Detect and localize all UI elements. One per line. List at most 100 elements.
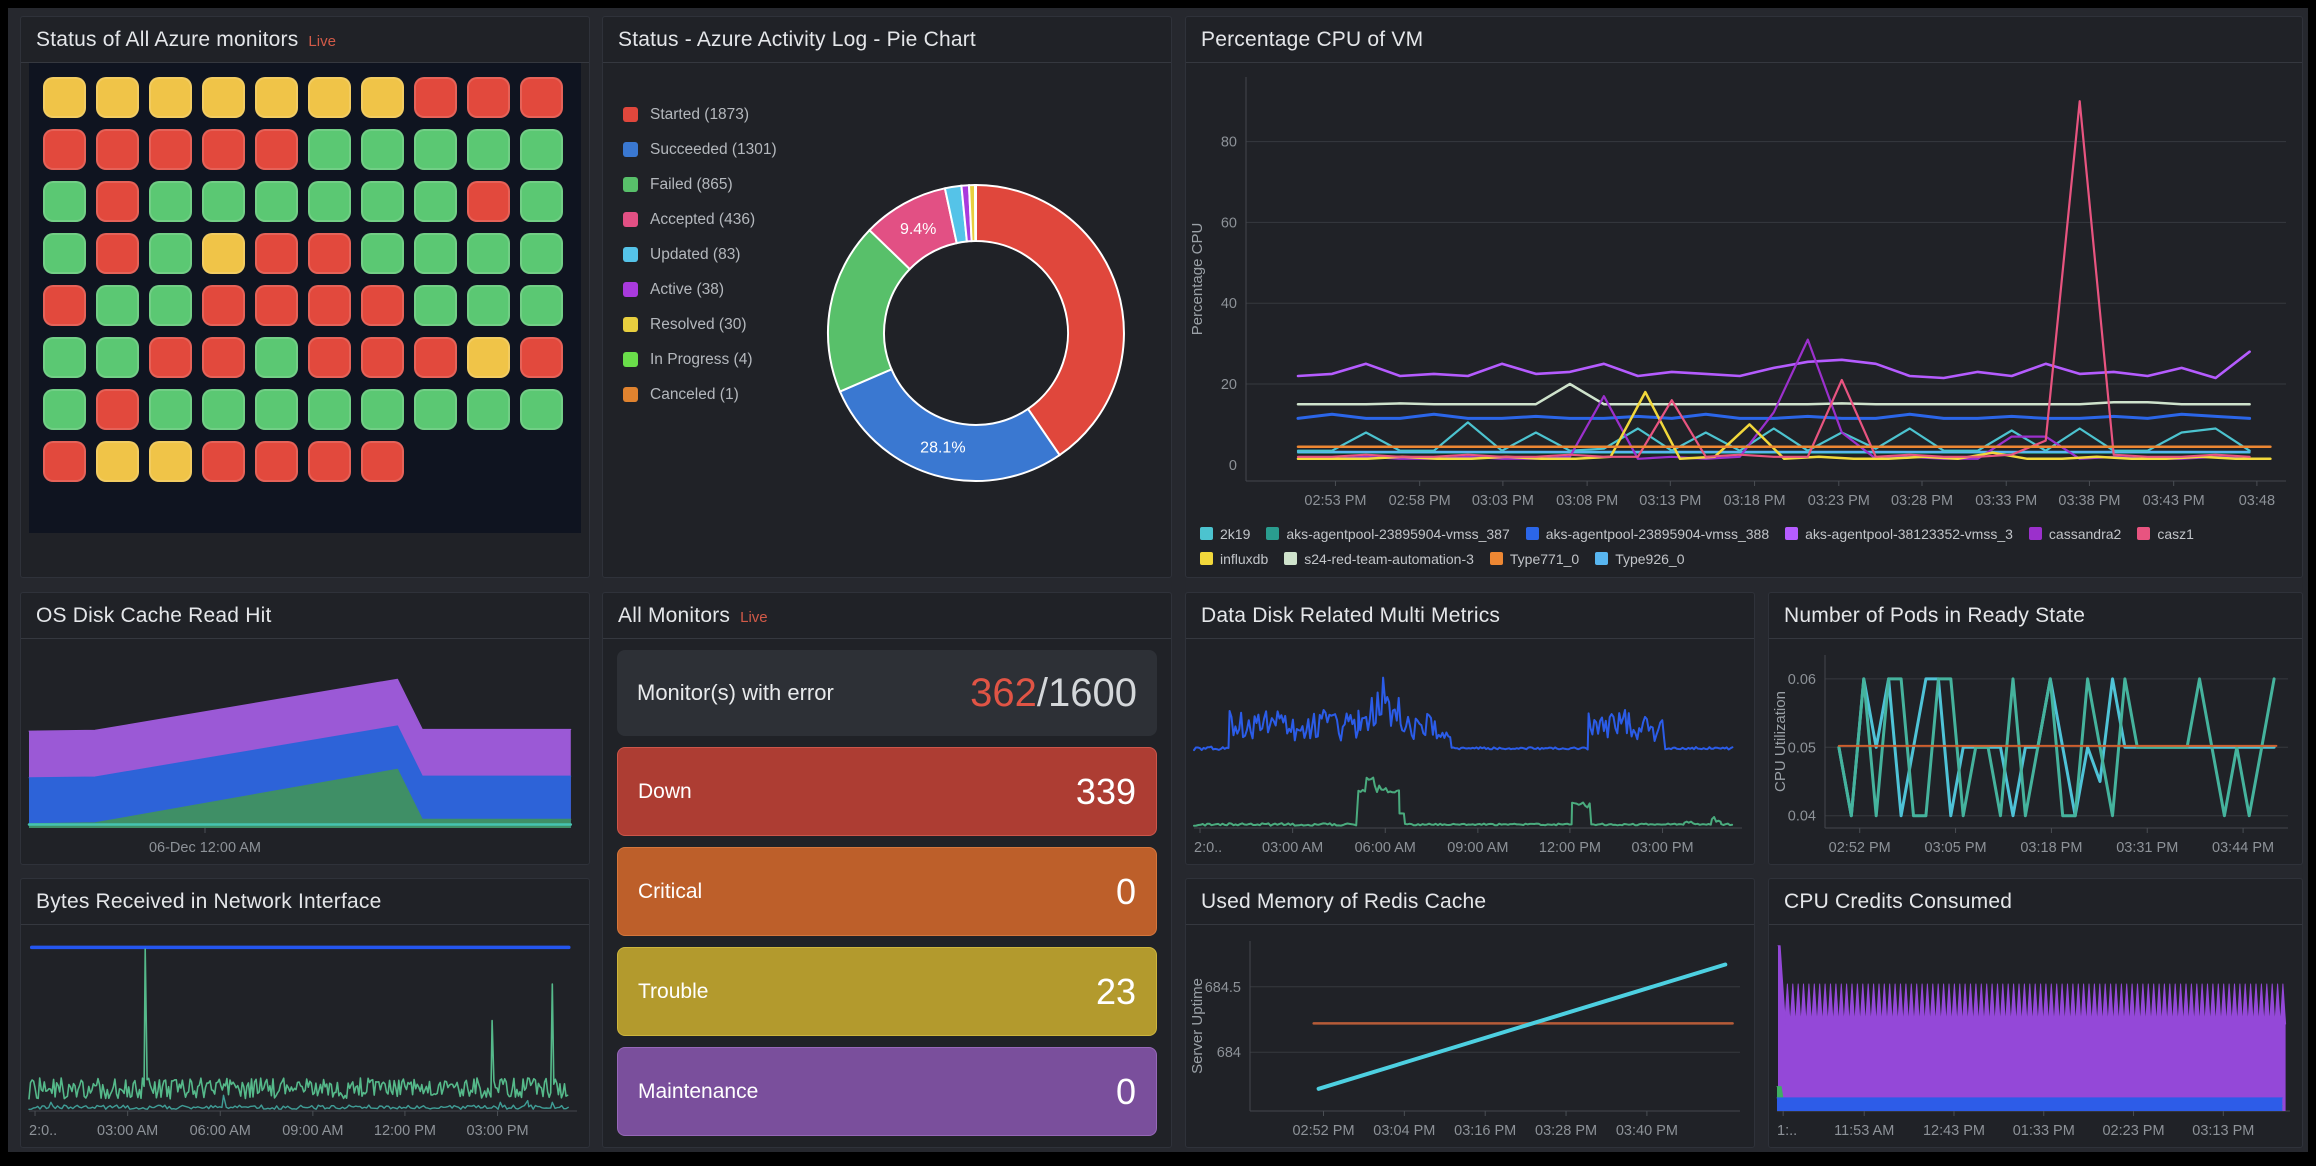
monitor-status-square[interactable] (255, 77, 298, 118)
bytes-line-chart[interactable]: 2:0..03:00 AM06:00 AM09:00 AM12:00 PM03:… (21, 925, 589, 1147)
monitor-status-square[interactable] (149, 129, 192, 170)
monitor-status-square[interactable] (255, 129, 298, 170)
monitor-status-square[interactable] (96, 181, 139, 222)
monitor-status-square[interactable] (255, 441, 298, 482)
monitor-status-square[interactable] (202, 77, 245, 118)
monitor-status-square[interactable] (96, 233, 139, 274)
monitors-error-card[interactable]: Monitor(s) with error 362/1600 (617, 650, 1157, 736)
pie-slice[interactable] (976, 185, 1124, 455)
monitor-status-square[interactable] (414, 337, 457, 378)
monitor-status-square[interactable] (467, 389, 510, 430)
cpu-line-chart[interactable]: 020406080Percentage CPU02:53 PM02:58 PM0… (1186, 63, 2302, 519)
monitor-status-square[interactable] (520, 337, 563, 378)
monitor-status-card-trouble[interactable]: Trouble23 (617, 947, 1157, 1036)
monitor-status-square[interactable] (414, 233, 457, 274)
monitor-status-square[interactable] (520, 181, 563, 222)
monitor-status-square[interactable] (96, 337, 139, 378)
monitor-status-square[interactable] (202, 337, 245, 378)
monitor-status-square[interactable] (361, 77, 404, 118)
monitor-status-square[interactable] (414, 77, 457, 118)
monitor-status-square[interactable] (361, 441, 404, 482)
credits-area-chart[interactable]: 1:..11:53 AM12:43 PM01:33 PM02:23 PM03:1… (1769, 925, 2302, 1147)
cpu-legend-item[interactable]: cassandra2 (2029, 526, 2121, 542)
pie-slice[interactable] (840, 369, 1060, 481)
monitor-status-square[interactable] (202, 233, 245, 274)
data-disk-line-chart[interactable]: 2:0..03:00 AM06:00 AM09:00 AM12:00 PM03:… (1186, 639, 1754, 864)
monitor-status-square[interactable] (414, 285, 457, 326)
monitor-status-square[interactable] (96, 129, 139, 170)
activity-log-donut-chart[interactable]: 9.4%28.1% (603, 63, 1171, 577)
monitor-status-square[interactable] (414, 129, 457, 170)
monitor-status-square[interactable] (149, 77, 192, 118)
monitor-status-square[interactable] (43, 337, 86, 378)
monitor-status-square[interactable] (255, 337, 298, 378)
monitor-status-square[interactable] (149, 233, 192, 274)
monitor-status-square[interactable] (520, 285, 563, 326)
monitor-status-square[interactable] (149, 337, 192, 378)
monitor-status-square[interactable] (308, 441, 351, 482)
cpu-legend-item[interactable]: 2k19 (1200, 526, 1250, 542)
monitor-status-square[interactable] (149, 285, 192, 326)
monitor-status-square[interactable] (467, 181, 510, 222)
monitor-status-square[interactable] (308, 181, 351, 222)
monitor-status-square[interactable] (308, 285, 351, 326)
monitor-status-square[interactable] (43, 285, 86, 326)
monitor-status-square[interactable] (467, 129, 510, 170)
monitor-status-square[interactable] (361, 337, 404, 378)
monitor-status-square[interactable] (308, 337, 351, 378)
monitor-status-square[interactable] (361, 129, 404, 170)
monitor-status-square[interactable] (414, 181, 457, 222)
monitor-status-square[interactable] (361, 181, 404, 222)
monitor-status-square[interactable] (361, 285, 404, 326)
monitor-status-square[interactable] (255, 285, 298, 326)
monitor-status-square[interactable] (467, 337, 510, 378)
monitor-status-square[interactable] (255, 233, 298, 274)
monitor-status-square[interactable] (43, 77, 86, 118)
monitor-status-square[interactable] (202, 441, 245, 482)
monitor-status-square[interactable] (308, 129, 351, 170)
redis-line-chart[interactable]: 684684.5Server Uptime02:52 PM03:04 PM03:… (1186, 925, 1754, 1147)
monitor-status-square[interactable] (361, 389, 404, 430)
monitor-status-square[interactable] (255, 389, 298, 430)
cpu-legend-item[interactable]: casz1 (2137, 526, 2194, 542)
cpu-legend-item[interactable]: Type771_0 (1490, 551, 1579, 567)
monitor-status-square[interactable] (361, 233, 404, 274)
monitor-status-square[interactable] (149, 441, 192, 482)
cpu-legend-item[interactable]: aks-agentpool-23895904-vmss_387 (1266, 526, 1509, 542)
monitor-status-square[interactable] (308, 389, 351, 430)
monitor-status-square[interactable] (467, 285, 510, 326)
monitor-status-square[interactable] (96, 77, 139, 118)
monitor-status-square[interactable] (255, 181, 298, 222)
cpu-legend-item[interactable]: influxdb (1200, 551, 1268, 567)
monitor-status-square[interactable] (43, 129, 86, 170)
monitor-status-square[interactable] (202, 285, 245, 326)
monitor-status-square[interactable] (520, 389, 563, 430)
monitor-status-square[interactable] (96, 441, 139, 482)
monitor-status-square[interactable] (96, 285, 139, 326)
monitor-status-square[interactable] (520, 233, 563, 274)
monitor-status-square[interactable] (202, 181, 245, 222)
cpu-legend-item[interactable]: aks-agentpool-23895904-vmss_388 (1526, 526, 1769, 542)
monitor-status-square[interactable] (520, 77, 563, 118)
monitor-status-card-down[interactable]: Down339 (617, 747, 1157, 836)
pods-line-chart[interactable]: 0.040.050.06CPU Utilization02:52 PM03:05… (1769, 639, 2302, 864)
monitor-status-card-critical[interactable]: Critical0 (617, 847, 1157, 936)
monitor-status-square[interactable] (43, 181, 86, 222)
monitor-status-square[interactable] (467, 77, 510, 118)
monitor-status-square[interactable] (467, 233, 510, 274)
monitor-status-square[interactable] (43, 233, 86, 274)
monitor-status-card-maintenance[interactable]: Maintenance0 (617, 1047, 1157, 1136)
monitor-status-square[interactable] (149, 181, 192, 222)
monitor-status-square[interactable] (308, 233, 351, 274)
monitor-status-square[interactable] (520, 129, 563, 170)
monitor-status-square[interactable] (149, 389, 192, 430)
monitor-status-square[interactable] (308, 77, 351, 118)
cpu-legend-item[interactable]: Type926_0 (1595, 551, 1684, 567)
monitor-status-square[interactable] (202, 389, 245, 430)
monitor-status-square[interactable] (202, 129, 245, 170)
monitor-status-square[interactable] (414, 389, 457, 430)
cpu-legend-item[interactable]: aks-agentpool-38123352-vmss_3 (1785, 526, 2013, 542)
os-disk-area-chart[interactable]: 06-Dec 12:00 AM (21, 639, 589, 864)
monitor-status-square[interactable] (96, 389, 139, 430)
cpu-legend-item[interactable]: s24-red-team-automation-3 (1284, 551, 1474, 567)
